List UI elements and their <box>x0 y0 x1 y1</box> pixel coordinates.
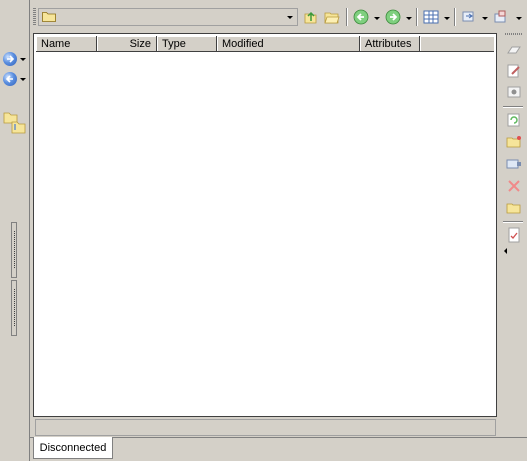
green-forward-icon[interactable] <box>384 8 402 26</box>
left-divider <box>29 0 30 461</box>
status-bar <box>35 419 496 436</box>
refresh-icon[interactable] <box>506 112 522 128</box>
parent-folder-icon[interactable] <box>302 8 320 26</box>
toolbar-grip[interactable] <box>33 8 36 26</box>
green-back-icon[interactable] <box>352 8 370 26</box>
back-dropdown-icon[interactable] <box>20 78 26 81</box>
column-header-modified[interactable]: Modified <box>217 36 360 52</box>
strip-separator <box>503 106 523 107</box>
transfer-icon[interactable] <box>460 8 478 26</box>
sync-folders-icon[interactable] <box>3 110 29 139</box>
left-tool-strip <box>0 0 30 461</box>
new-folder-icon[interactable] <box>506 134 522 150</box>
connection-tab-bar: Disconnected <box>30 437 527 461</box>
forward-dropdown-icon[interactable] <box>406 17 412 20</box>
splitter-handle-top[interactable] <box>11 222 17 278</box>
back-dropdown-icon[interactable] <box>374 17 380 20</box>
forward-nav-icon[interactable] <box>3 52 17 66</box>
file-list[interactable] <box>36 52 494 414</box>
folder-icon[interactable] <box>506 200 522 216</box>
toolbar-separator <box>346 8 347 26</box>
file-list-panel[interactable]: Name Size Type Modified Attributes <box>33 33 497 417</box>
rename-icon[interactable] <box>506 42 522 58</box>
splitter-handle-bottom[interactable] <box>11 280 17 336</box>
view-icon[interactable] <box>506 84 522 100</box>
queue-dropdown-icon[interactable] <box>516 17 522 20</box>
open-folder-icon[interactable] <box>323 8 341 26</box>
grid-view-icon[interactable] <box>422 8 440 26</box>
column-header-type[interactable]: Type <box>157 36 217 52</box>
edit-icon[interactable] <box>506 63 522 79</box>
column-header-size[interactable]: Size <box>97 36 157 52</box>
column-header-row: Name Size Type Modified Attributes <box>36 36 494 52</box>
strip-separator <box>503 221 523 222</box>
checklist-icon[interactable] <box>506 227 522 243</box>
path-combobox[interactable] <box>38 8 298 26</box>
column-header-filler <box>420 36 494 52</box>
forward-dropdown-icon[interactable] <box>20 58 26 61</box>
toolbar <box>30 4 527 30</box>
folder-icon <box>42 11 56 25</box>
view-dropdown-icon[interactable] <box>444 17 450 20</box>
toolbar-separator <box>454 8 455 26</box>
strip-grip[interactable] <box>505 33 523 35</box>
column-header-name[interactable]: Name <box>36 36 97 52</box>
right-tool-strip <box>500 30 527 260</box>
transfer-dropdown-icon[interactable] <box>482 17 488 20</box>
tab-disconnected[interactable]: Disconnected <box>33 437 113 459</box>
toolbar-separator <box>416 8 417 26</box>
queue-icon[interactable] <box>492 8 510 26</box>
strip-chevron-left-icon[interactable] <box>504 248 507 254</box>
back-nav-icon[interactable] <box>3 72 17 86</box>
column-header-attributes[interactable]: Attributes <box>360 36 420 52</box>
properties-icon[interactable] <box>506 156 522 172</box>
chevron-down-icon[interactable] <box>284 10 296 24</box>
delete-icon[interactable] <box>506 178 522 194</box>
